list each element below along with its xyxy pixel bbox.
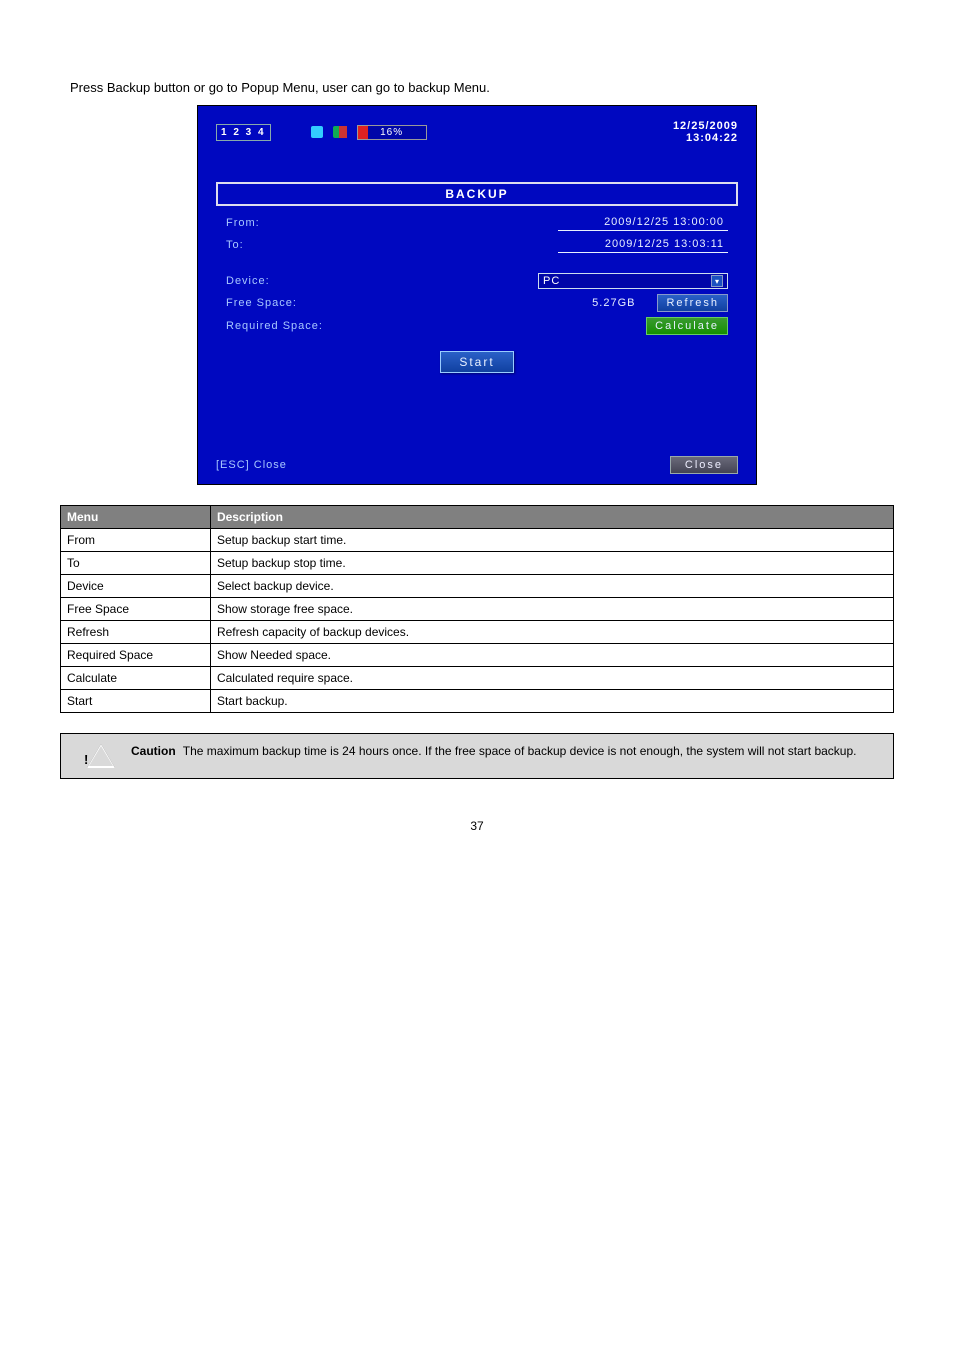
calculate-button[interactable]: Calculate xyxy=(646,317,728,335)
table-cell-menu: To xyxy=(61,552,211,575)
mouse-icon xyxy=(311,126,323,138)
to-field[interactable]: 2009/12/25 13:03:11 xyxy=(558,236,728,253)
table-row: CalculateCalculated require space. xyxy=(61,667,894,690)
from-field[interactable]: 2009/12/25 13:00:00 xyxy=(558,214,728,231)
table-cell-menu: Device xyxy=(61,575,211,598)
table-cell-desc: Select backup device. xyxy=(210,575,893,598)
table-row: RefreshRefresh capacity of backup device… xyxy=(61,621,894,644)
description-table: Menu Description FromSetup backup start … xyxy=(60,505,894,713)
table-cell-desc: Setup backup stop time. xyxy=(210,552,893,575)
network-icon-2 xyxy=(339,126,347,138)
required-space-label: Required Space: xyxy=(226,320,426,332)
start-button[interactable]: Start xyxy=(440,351,513,373)
table-cell-menu: From xyxy=(61,529,211,552)
table-cell-desc: Calculated require space. xyxy=(210,667,893,690)
table-cell-desc: Show storage free space. xyxy=(210,598,893,621)
table-cell-desc: Refresh capacity of backup devices. xyxy=(210,621,893,644)
from-label: From: xyxy=(226,217,376,229)
table-row: Free SpaceShow storage free space. xyxy=(61,598,894,621)
disk-usage-bar: 16% xyxy=(357,125,427,140)
free-space-label: Free Space: xyxy=(226,297,376,309)
close-button[interactable]: Close xyxy=(670,456,738,474)
to-label: To: xyxy=(226,239,376,251)
table-cell-menu: Refresh xyxy=(61,621,211,644)
status-time: 13:04:22 xyxy=(673,132,738,144)
table-cell-menu: Calculate xyxy=(61,667,211,690)
table-cell-menu: Start xyxy=(61,690,211,713)
channel-indicator: 1 2 3 4 xyxy=(216,124,271,141)
caution-text: The maximum backup time is 24 hours once… xyxy=(183,744,857,758)
warning-icon xyxy=(87,744,115,768)
table-row: DeviceSelect backup device. xyxy=(61,575,894,598)
page-number: 37 xyxy=(60,819,894,833)
intro-text: Press Backup button or go to Popup Menu,… xyxy=(70,80,894,95)
refresh-button[interactable]: Refresh xyxy=(657,294,728,312)
panel-title: BACKUP xyxy=(216,182,738,206)
table-row: StartStart backup. xyxy=(61,690,894,713)
table-header-desc: Description xyxy=(210,506,893,529)
table-cell-desc: Setup backup start time. xyxy=(210,529,893,552)
status-date: 12/25/2009 xyxy=(673,120,738,132)
chevron-down-icon: ▾ xyxy=(711,275,723,287)
caution-box: ! Caution The maximum backup time is 24 … xyxy=(60,733,894,779)
dvr-screenshot: 1 2 3 4 16% 12/25/2009 13:04:22 BACKUP F… xyxy=(197,105,757,485)
device-select[interactable]: PC ▾ xyxy=(538,273,728,289)
table-cell-menu: Required Space xyxy=(61,644,211,667)
table-cell-desc: Start backup. xyxy=(210,690,893,713)
table-row: FromSetup backup start time. xyxy=(61,529,894,552)
table-row: Required SpaceShow Needed space. xyxy=(61,644,894,667)
table-cell-desc: Show Needed space. xyxy=(210,644,893,667)
device-label: Device: xyxy=(226,275,376,287)
esc-hint: [ESC] Close xyxy=(216,459,287,471)
table-header-menu: Menu xyxy=(61,506,211,529)
table-cell-menu: Free Space xyxy=(61,598,211,621)
caution-label: Caution xyxy=(131,744,176,758)
table-row: ToSetup backup stop time. xyxy=(61,552,894,575)
free-space-value: 5.27GB xyxy=(588,295,645,311)
